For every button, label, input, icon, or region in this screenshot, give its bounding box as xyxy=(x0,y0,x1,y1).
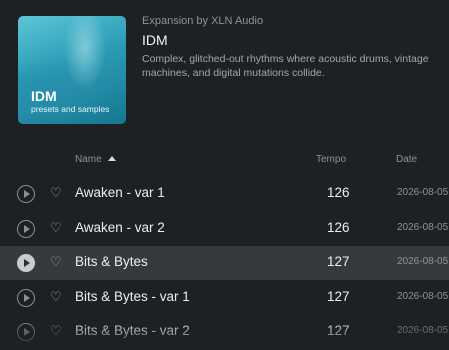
table-row[interactable]: ♡ Awaken - var 1 126 2026-08-05 xyxy=(0,177,449,211)
play-icon[interactable] xyxy=(17,254,35,272)
table-row[interactable]: ♡ Bits & Bytes - var 1 127 2026-08-05 xyxy=(0,281,449,315)
artwork-subtitle: presets and samples xyxy=(31,104,110,114)
expansion-artwork[interactable]: IDM presets and samples xyxy=(18,16,126,124)
loop-name: Awaken - var 2 xyxy=(75,219,165,235)
artwork-title: IDM xyxy=(31,88,57,104)
play-icon[interactable] xyxy=(17,323,35,341)
sort-up-icon xyxy=(107,156,116,161)
play-icon[interactable] xyxy=(17,219,35,238)
loop-date: 2026-08-05 xyxy=(397,256,449,267)
expansion-description: Complex, glitched-out rhythms where acou… xyxy=(142,53,429,79)
column-header-tempo[interactable]: Tempo xyxy=(316,154,346,165)
loop-date: 2026-08-05 xyxy=(397,221,449,233)
heart-icon[interactable]: ♡ xyxy=(50,289,62,305)
loop-date: 2026-08-05 xyxy=(397,325,449,336)
loop-tempo: 126 xyxy=(327,219,350,235)
loop-tempo: 127 xyxy=(327,254,350,269)
loop-name: Bits & Bytes xyxy=(75,254,148,269)
expansion-title: IDM xyxy=(142,32,168,48)
loop-tempo: 127 xyxy=(327,323,350,338)
loop-tempo: 126 xyxy=(327,185,350,200)
column-name-label: Name xyxy=(75,154,102,165)
table-row[interactable]: ♡ Bits & Bytes 127 2026-08-05 xyxy=(0,246,449,280)
loop-name: Awaken - var 1 xyxy=(75,185,165,200)
heart-icon[interactable]: ♡ xyxy=(50,185,62,201)
expansion-header: IDM presets and samples Expansion by XLN… xyxy=(0,0,449,140)
loop-name: Bits & Bytes - var 2 xyxy=(75,323,190,338)
heart-icon[interactable]: ♡ xyxy=(50,323,62,339)
column-header-date[interactable]: Date xyxy=(396,154,417,165)
play-icon[interactable] xyxy=(17,185,35,203)
column-header-name[interactable]: Name xyxy=(75,154,116,165)
heart-icon[interactable]: ♡ xyxy=(50,254,62,270)
table-row[interactable]: ♡ Awaken - var 2 126 2026-08-05 xyxy=(0,212,449,246)
table-row[interactable]: ♡ Bits & Bytes - var 2 127 2026-08-05 xyxy=(0,315,449,349)
loop-date: 2026-08-05 xyxy=(397,290,449,302)
expansion-vendor: Expansion by XLN Audio xyxy=(142,15,264,27)
loop-date: 2026-08-05 xyxy=(397,187,449,198)
loop-tempo: 127 xyxy=(327,288,350,304)
play-icon[interactable] xyxy=(17,288,35,307)
loop-name: Bits & Bytes - var 1 xyxy=(75,288,190,304)
heart-icon[interactable]: ♡ xyxy=(50,220,62,236)
